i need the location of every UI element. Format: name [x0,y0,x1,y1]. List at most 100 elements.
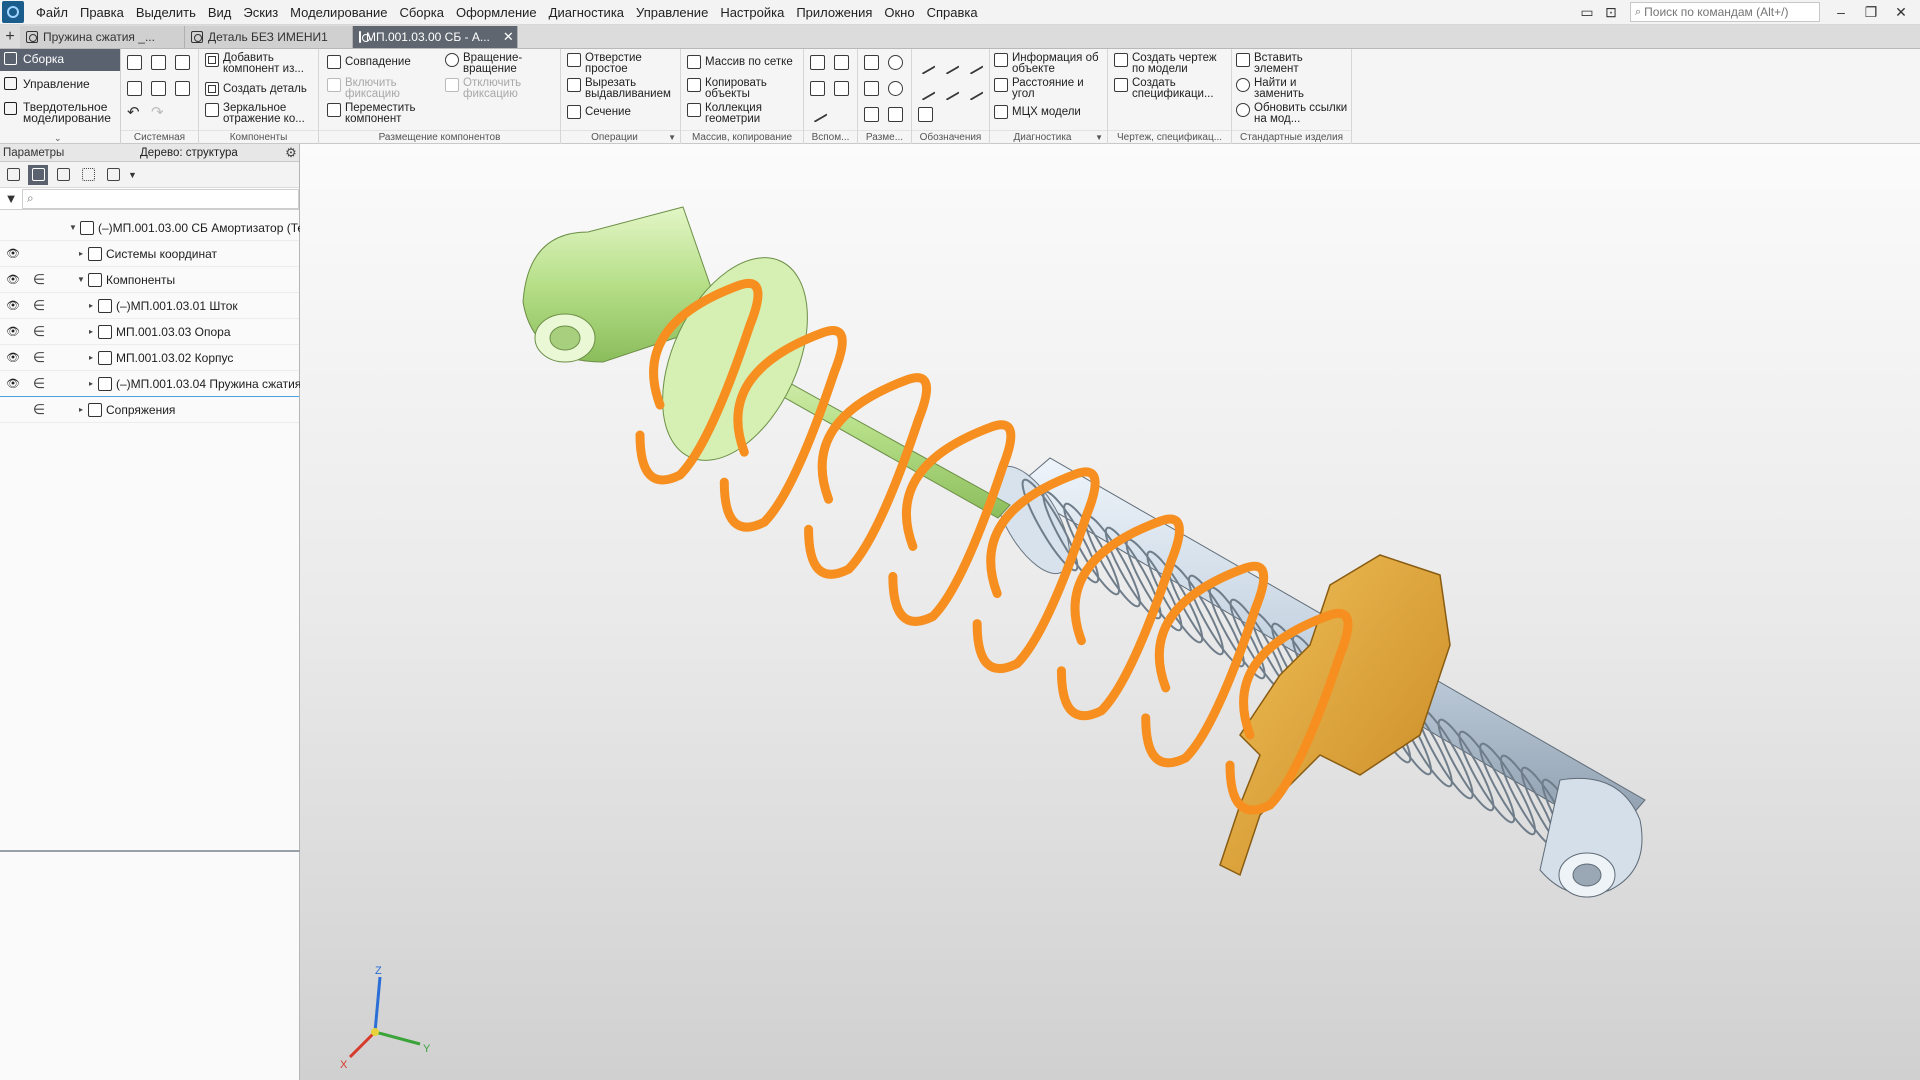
tab-untitled-part[interactable]: Деталь БЕЗ ИМЕНИ1 [185,26,353,48]
panel-splitter[interactable] [0,850,300,852]
save-all-icon[interactable] [175,81,190,96]
dropdown-arrow-icon[interactable]: ▼ [128,170,137,180]
angle-dim-icon[interactable] [888,55,903,70]
list-view-icon[interactable] [78,165,98,185]
layout-toggle-icon[interactable]: ▭ [1576,3,1598,21]
aux-cs-icon[interactable] [834,81,849,96]
collapse-chevron-icon[interactable]: ⌄ [54,133,62,144]
leader-icon[interactable] [915,54,936,75]
insert-element-button[interactable]: Вставить элемент [1236,52,1324,74]
create-part-button[interactable]: Создать деталь [205,82,307,96]
eye-icon[interactable]: 👁 [5,299,21,312]
mirror-button[interactable]: Зеркальное отражение ко... [205,102,313,124]
tab-spring[interactable]: Пружина сжатия _... [20,26,185,48]
structure-view-icon[interactable] [28,164,48,185]
expand-arrow-icon[interactable]: ▸ [76,405,86,414]
expand-arrow-icon[interactable]: ▸ [86,301,96,310]
include-icon[interactable]: ∈ [32,349,46,366]
menu-item[interactable]: Файл [30,0,74,25]
marking-icon[interactable] [963,80,984,101]
menu-item[interactable]: Приложения [790,0,878,25]
tree-node[interactable]: 👁 ∈ ▸ (–)МП.001.03.04 Пружина сжатия [0,371,301,397]
distance-angle-button[interactable]: Расстояние и угол [994,77,1102,99]
tree-node[interactable]: ▼ (–)МП.001.03.00 СБ Амортизатор (Тел [0,215,311,241]
funnel-icon[interactable]: ▼ [0,191,22,206]
aux-line-icon[interactable] [807,102,828,123]
open-folder-icon[interactable] [151,55,166,70]
undo-icon[interactable]: ↶ [127,103,140,121]
menu-item[interactable]: Настройка [714,0,790,25]
tree-node[interactable]: 👁 ∈ ▸ МП.001.03.03 Опора [0,319,299,345]
history-view-icon[interactable] [53,165,73,185]
create-drawing-button[interactable]: Создать чертеж по модели [1114,52,1227,74]
menu-item[interactable]: Диагностика [543,0,630,25]
redo-icon[interactable]: ↷ [151,103,164,121]
dim-table-icon[interactable] [864,107,879,122]
create-spec-button[interactable]: Создать спецификаци... [1114,77,1222,99]
mode-solid-modeling[interactable]: Твердотельное моделирование [0,99,120,127]
tree-search-input[interactable]: ⌕ [22,188,299,209]
tree-node[interactable]: 👁 ∈ ▸ (–)МП.001.03.01 Шток [0,293,299,319]
tree-node[interactable]: 👁 ▸ Системы координат [0,241,299,267]
shock-absorber-model[interactable] [300,144,1920,1080]
3d-viewport[interactable]: Z Y X [300,144,1920,1080]
datum-icon[interactable] [915,80,936,101]
object-info-button[interactable]: Информация об объекте [994,52,1107,74]
weld-icon[interactable] [939,80,960,101]
app-logo-icon[interactable] [2,1,24,23]
tolerance-icon[interactable] [963,54,984,75]
expand-arrow-icon[interactable]: ▸ [86,353,96,362]
collapse-arrow-icon[interactable]: ▼ [76,275,86,284]
tree-view-icon[interactable] [3,165,23,185]
menu-item[interactable]: Сборка [393,0,450,25]
section-button[interactable]: Сечение [567,105,631,119]
cut-extrude-button[interactable]: Вырезать выдавливанием [567,77,680,99]
aux-plane-icon[interactable] [810,55,825,70]
include-icon[interactable]: ∈ [32,401,46,418]
tree-tab[interactable]: Дерево: структура [140,147,283,159]
disable-fix-button[interactable]: Отключить фиксацию [445,77,543,99]
menu-item[interactable]: Вид [202,0,238,25]
grid-array-button[interactable]: Массив по сетке [687,55,793,69]
group-label[interactable]: Диагностика ▼ [990,130,1107,144]
menu-item[interactable]: Эскиз [237,0,284,25]
restore-icon[interactable]: ❐ [1860,3,1882,21]
command-search[interactable]: ⌕ [1630,2,1820,22]
copy-objects-button[interactable]: Копировать объекты [687,77,775,99]
preview-icon[interactable] [151,81,166,96]
include-icon[interactable]: ∈ [32,323,46,340]
menu-item[interactable]: Справка [921,0,984,25]
tree-node[interactable]: ∈ ▸ Сопряжения [0,397,299,423]
geometry-collection-button[interactable]: Коллекция геометрии [687,102,775,124]
menu-item[interactable]: Моделирование [284,0,393,25]
linear-dim-icon[interactable] [864,55,879,70]
mode-management[interactable]: Управление [0,74,120,96]
save-icon[interactable] [175,55,190,70]
include-icon[interactable]: ∈ [32,271,46,288]
eye-icon[interactable]: 👁 [5,325,21,338]
aux-axis-icon[interactable] [834,55,849,70]
move-component-button[interactable]: Переместить компонент [327,102,425,124]
eye-icon[interactable]: 👁 [5,351,21,364]
eye-icon[interactable]: 👁 [5,247,21,260]
menu-item[interactable]: Окно [878,0,920,25]
close-icon[interactable]: ✕ [503,29,514,45]
mass-props-button[interactable]: МЦХ модели [994,105,1081,119]
minimize-icon[interactable]: – [1830,3,1852,21]
print-icon[interactable] [127,81,142,96]
expand-arrow-icon[interactable]: ▸ [86,379,96,388]
eye-icon[interactable]: 👁 [5,273,21,286]
dim-style-icon[interactable] [888,107,903,122]
mode-assembly[interactable]: Сборка [0,49,120,71]
params-tab[interactable]: Параметры [0,147,140,159]
new-document-icon[interactable] [127,55,142,70]
tree-node[interactable]: 👁 ∈ ▼ Компоненты [0,267,299,293]
new-tab-button[interactable]: + [0,26,20,48]
hole-simple-button[interactable]: Отверстие простое [567,52,655,74]
tree-node[interactable]: 👁 ∈ ▸ МП.001.03.02 Корпус [0,345,299,371]
aux-point-icon[interactable] [810,81,825,96]
menu-item[interactable]: Правка [74,0,130,25]
tree-filter-icon[interactable] [103,165,123,185]
command-search-input[interactable] [1644,5,1810,19]
add-component-button[interactable]: Добавить компонент из... [205,52,313,74]
